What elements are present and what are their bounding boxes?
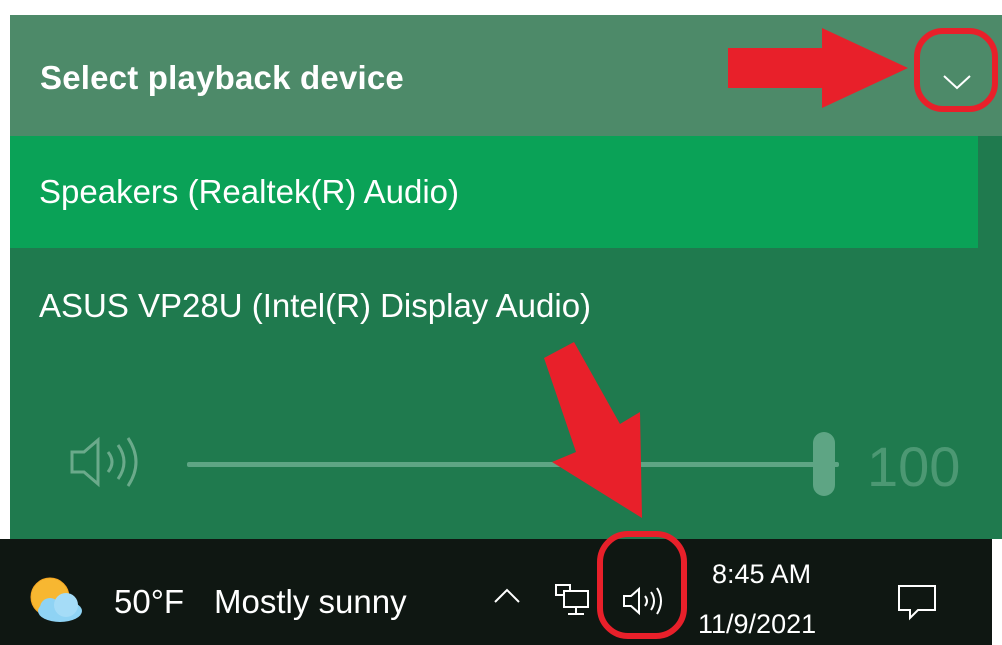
volume-row: 100 xyxy=(10,410,1002,520)
notification-icon[interactable] xyxy=(896,583,938,621)
volume-slider-thumb[interactable] xyxy=(813,432,835,496)
screen-edge xyxy=(992,539,1002,645)
partly-sunny-icon[interactable] xyxy=(24,575,90,625)
volume-value: 100 xyxy=(867,435,961,498)
clock-date[interactable]: 11/9/2021 xyxy=(698,609,816,640)
playback-flyout: Select playback device Speakers (Realtek… xyxy=(10,15,1002,539)
device-label: ASUS VP28U (Intel(R) Display Audio) xyxy=(39,287,592,324)
weather-temperature[interactable]: 50°F xyxy=(114,583,184,621)
chevron-up-icon[interactable] xyxy=(492,587,522,605)
flyout-title: Select playback device xyxy=(40,59,404,96)
volume-slider-track[interactable] xyxy=(187,462,839,467)
speaker-icon[interactable] xyxy=(66,432,146,492)
taskbar: 50°F Mostly sunny 8:45 AM 11/9/2021 xyxy=(0,539,1002,645)
expand-devices-button[interactable] xyxy=(916,43,998,121)
speaker-icon[interactable] xyxy=(621,585,667,617)
flyout-header: Select playback device xyxy=(10,15,1002,136)
network-icon[interactable] xyxy=(554,583,592,617)
chevron-down-icon xyxy=(943,75,971,90)
device-asus-vp28u[interactable]: ASUS VP28U (Intel(R) Display Audio) xyxy=(10,250,978,362)
device-label: Speakers (Realtek(R) Audio) xyxy=(39,173,460,210)
device-speakers-realtek[interactable]: Speakers (Realtek(R) Audio) xyxy=(10,136,978,248)
clock-time[interactable]: 8:45 AM xyxy=(712,559,811,590)
weather-condition[interactable]: Mostly sunny xyxy=(214,583,407,621)
